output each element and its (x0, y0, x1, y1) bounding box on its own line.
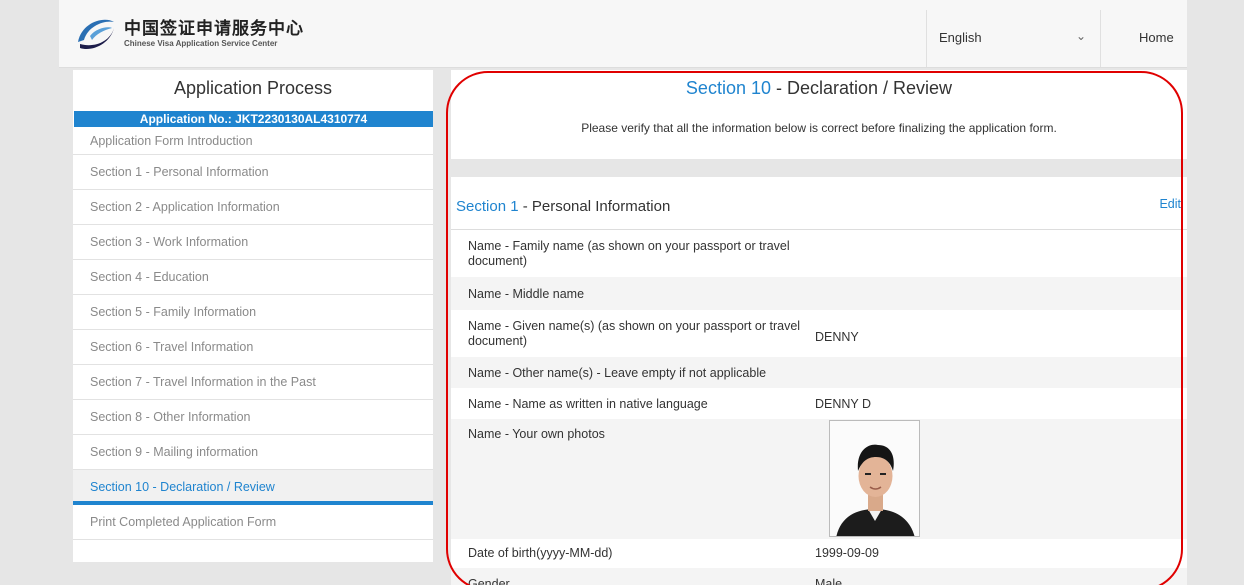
table-row: Name - Name as written in native languag… (451, 388, 1187, 419)
section-1-name: - Personal Information (518, 198, 671, 215)
row-value: 1999-09-09 (815, 546, 879, 560)
top-header: 中国签证申请服务中心 Chinese Visa Application Serv… (59, 0, 1187, 68)
sidebar-item-section-7[interactable]: Section 7 - Travel Information in the Pa… (73, 365, 433, 400)
language-select-value: English (939, 30, 982, 45)
applicant-photo-image (830, 421, 919, 536)
table-row: Name - Given name(s) (as shown on your p… (451, 310, 1187, 357)
review-panel: Section 10 - Declaration / Review Please… (451, 70, 1187, 585)
row-value: DENNY (815, 330, 859, 344)
table-row: Name - Family name (as shown on your pas… (451, 231, 1187, 277)
sidebar-item-section-5[interactable]: Section 5 - Family Information (73, 295, 433, 330)
sidebar-item-section-9[interactable]: Section 9 - Mailing information (73, 435, 433, 470)
sidebar-item-section-6[interactable]: Section 6 - Travel Information (73, 330, 433, 365)
swoosh-logo-icon (78, 19, 114, 50)
row-value: Male (815, 577, 843, 585)
row-label: Name - Other name(s) - Leave empty if no… (468, 366, 767, 380)
row-label: Name - Your own photos (468, 427, 605, 441)
edit-section-1-link[interactable]: Edit (1159, 197, 1181, 211)
sidebar-item-introduction[interactable]: Application Form Introduction (73, 127, 433, 155)
section-1-header: Section 1 - Personal Information Edit (451, 178, 1187, 230)
section-1-number: Section 1 (456, 198, 519, 215)
table-row: Gender Male (451, 568, 1187, 585)
sidebar-item-section-10[interactable]: Section 10 - Declaration / Review (73, 470, 433, 505)
row-label: Name - Middle name (468, 287, 585, 301)
row-label: Date of birth(yyyy-MM-dd) (468, 546, 613, 560)
table-row: Name - Middle name (451, 277, 1187, 310)
sidebar-item-print-form[interactable]: Print Completed Application Form (73, 505, 433, 540)
row-label: Name - Given name(s) (as shown on your p… (468, 319, 801, 348)
language-select[interactable]: English ⌄ (926, 10, 1101, 67)
home-link[interactable]: Home (1139, 30, 1174, 45)
row-label: Name - Name as written in native languag… (468, 397, 708, 411)
cvasc-logo[interactable]: 中国签证申请服务中心 Chinese Visa Application Serv… (74, 14, 304, 54)
table-row: Name - Your own photos (451, 419, 1187, 539)
sidebar-item-section-8[interactable]: Section 8 - Other Information (73, 400, 433, 435)
page-title: Section 10 - Declaration / Review (451, 78, 1187, 99)
section-1-title: Section 1 - Personal Information (456, 198, 670, 215)
application-process-sidebar: Application Process Application No.: JKT… (73, 70, 433, 562)
section-divider (451, 159, 1187, 177)
table-row: Date of birth(yyyy-MM-dd) 1999-09-09 (451, 539, 1187, 568)
chevron-down-icon: ⌄ (1075, 29, 1086, 43)
sidebar-item-section-1[interactable]: Section 1 - Personal Information (73, 155, 433, 190)
applicant-photo (829, 420, 920, 537)
table-row: Name - Other name(s) - Leave empty if no… (451, 357, 1187, 388)
logo-english-text: Chinese Visa Application Service Center (124, 39, 278, 48)
page-title-text: - Declaration / Review (770, 78, 953, 98)
application-number-badge: Application No.: JKT2230130AL4310774 (74, 111, 433, 127)
sidebar-item-section-2[interactable]: Section 2 - Application Information (73, 190, 433, 225)
verify-instruction: Please verify that all the information b… (581, 121, 1057, 135)
row-label: Name - Family name (as shown on your pas… (468, 239, 790, 268)
page-title-section-number: Section 10 (685, 78, 771, 98)
logo-chinese-text: 中国签证申请服务中心 (124, 19, 304, 39)
sidebar-item-section-4[interactable]: Section 4 - Education (73, 260, 433, 295)
row-label: Gender (468, 577, 510, 585)
sidebar-title: Application Process (173, 78, 333, 98)
row-value: DENNY D (815, 397, 872, 411)
sidebar-item-section-3[interactable]: Section 3 - Work Information (73, 225, 433, 260)
